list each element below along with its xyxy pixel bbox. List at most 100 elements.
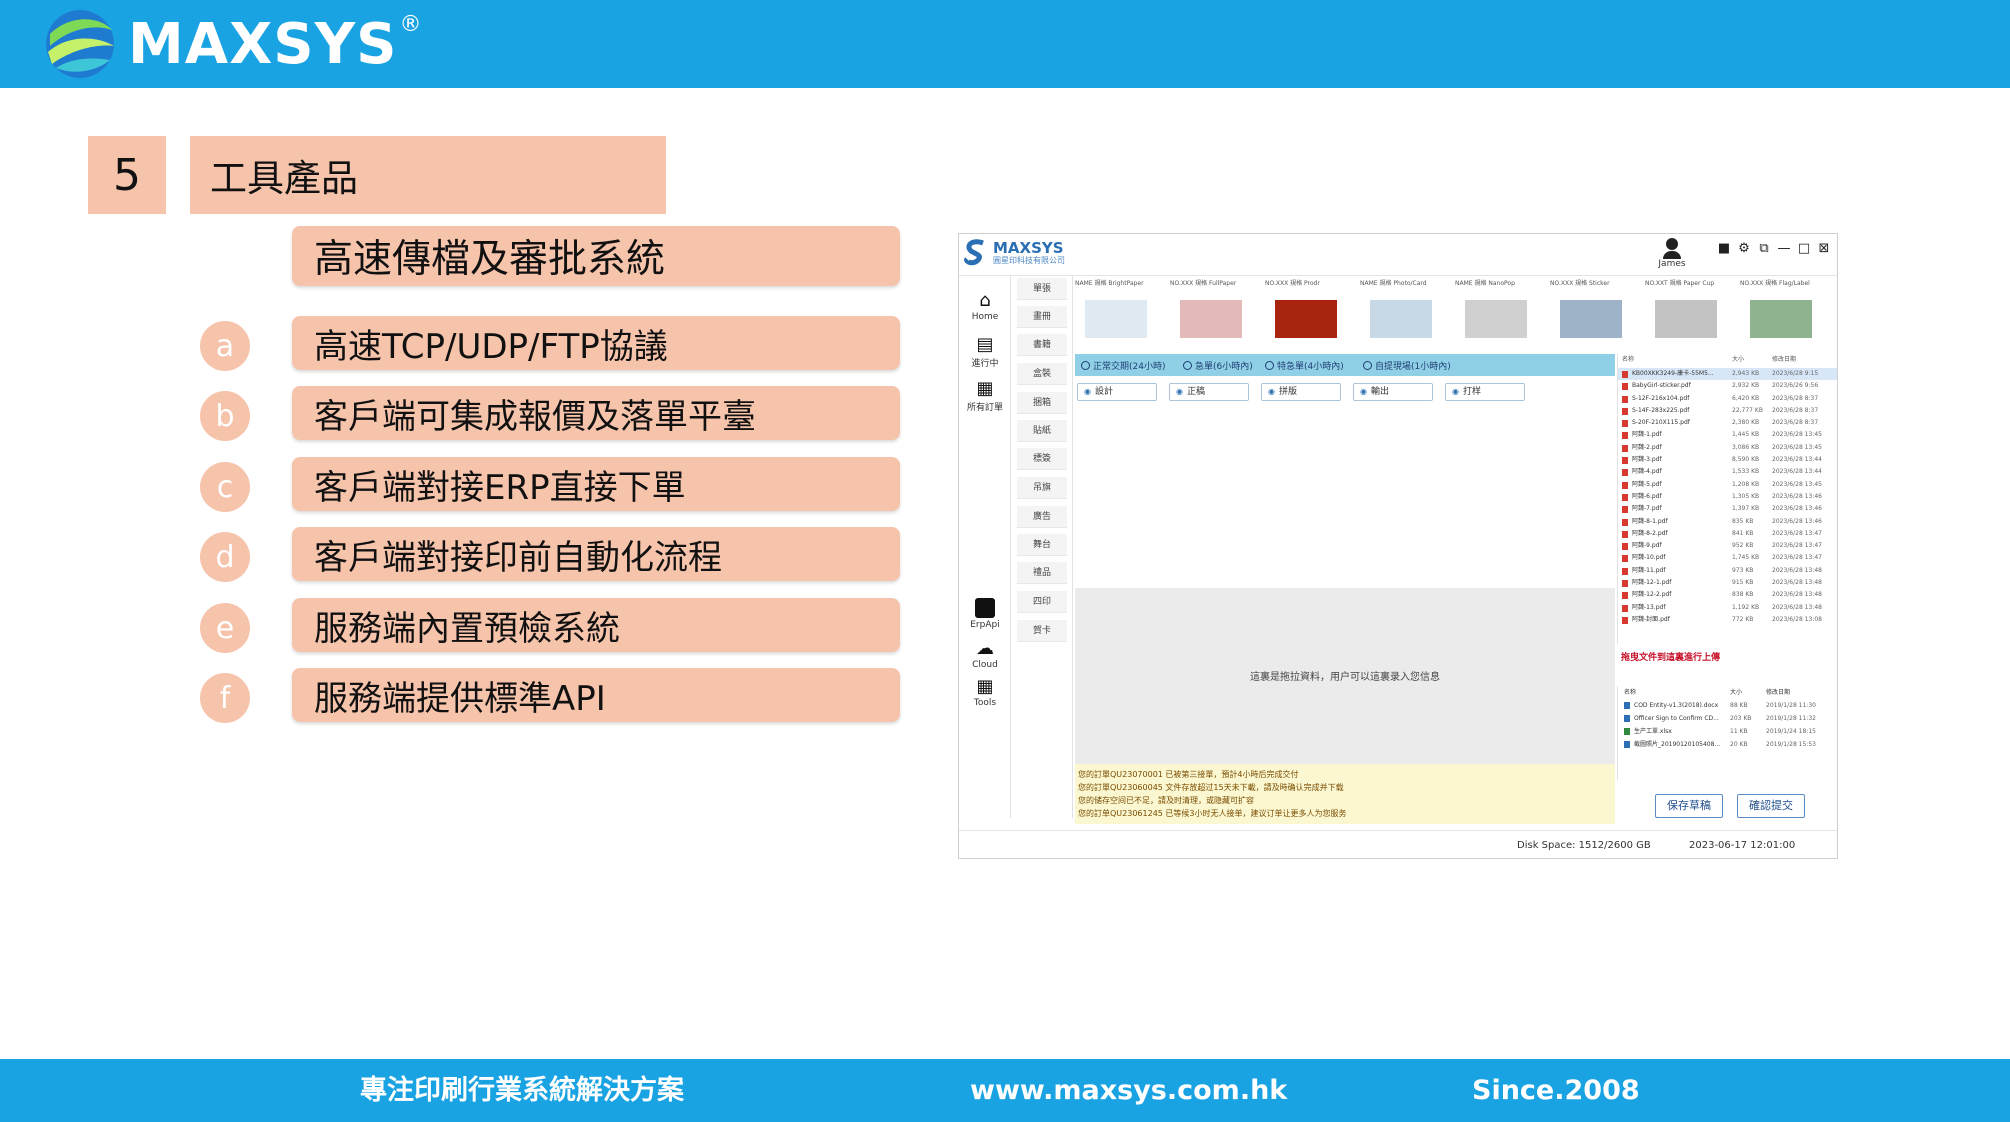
delivery-option[interactable]: 正常交期(24小時) — [1081, 359, 1165, 372]
product-thumbnail[interactable]: NO.XXX 規格 Prodr — [1265, 278, 1355, 350]
sidebar-item-erpapi[interactable]: ErpApi — [959, 598, 1011, 630]
file-row[interactable]: S-14F-283x225.pdf 22,777 KB 2023/6/28 8:37 — [1618, 405, 1837, 417]
pdf-file-icon — [1622, 580, 1628, 588]
file-row[interactable]: 阿魏-2.pdf 3,086 KB 2023/6/28 13:45 — [1618, 442, 1837, 454]
step-checkbox[interactable]: 正稿 — [1169, 383, 1249, 401]
notification-log: 您的訂單QU23070001 已被第三接單，預計4小時后完成交付 您的訂單QU2… — [1075, 764, 1615, 824]
feature-item: b 客戶端可集成報價及落單平臺 — [200, 386, 900, 441]
category-list: 單張 畫冊 書籍 盒裝 捆箱 貼紙 標簽 吊旗 廣告 舞台 禮品 四印 賀卡 — [1011, 276, 1073, 818]
slide: MAXSYS ® 5 工具產品 高速傳檔及審批系統 a 高速TCP/UDP/FT… — [0, 0, 2010, 1122]
file-row[interactable]: 阿魏-9.pdf 952 KB 2023/6/28 13:47 — [1618, 540, 1837, 552]
file-row[interactable]: BabyGirl-sticker.pdf 2,932 KB 2023/6/26 9:… — [1618, 380, 1837, 392]
header-bar: MAXSYS ® — [0, 0, 2010, 88]
pdf-file-icon — [1622, 604, 1628, 612]
minimize-icon[interactable]: — — [1777, 242, 1791, 256]
pdf-file-icon — [1622, 481, 1628, 489]
category-item[interactable]: 廣告 — [1017, 506, 1067, 528]
status-bar: Disk Space: 1512/2600 GB 2023-06-17 12:0… — [959, 830, 1837, 858]
feature-badge: e — [200, 603, 250, 653]
pdf-file-icon — [1622, 567, 1628, 575]
doc-row[interactable]: 截圖照片_20190120105408... 20 KB 2019/1/28 15:… — [1618, 738, 1837, 751]
user-account[interactable]: James — [1655, 238, 1689, 269]
category-item[interactable]: 舞台 — [1017, 534, 1067, 556]
file-row[interactable]: 阿魏-11.pdf 973 KB 2023/6/28 13:48 — [1618, 565, 1837, 577]
app-company: 圓星印科技有限公司 — [993, 255, 1065, 265]
category-item[interactable]: 標簽 — [1017, 448, 1067, 470]
file-drop-zone[interactable]: 這裏是拖拉資料，用户可以這裏录入您信息 — [1075, 588, 1615, 764]
file-row[interactable]: 阿魏-8-2.pdf 841 KB 2023/6/28 13:47 — [1618, 528, 1837, 540]
pdf-file-icon — [1622, 444, 1628, 452]
category-item[interactable]: 賀卡 — [1017, 620, 1067, 642]
logo-wordmark: MAXSYS — [128, 11, 398, 77]
sidebar-item-in-progress[interactable]: ▤ 進行中 — [959, 334, 1011, 370]
close-icon[interactable]: ⊠ — [1817, 242, 1831, 256]
file-row[interactable]: S-20F-210X115.pdf 2,380 KB 2023/6/28 8:37 — [1618, 417, 1837, 429]
category-item[interactable]: 貼紙 — [1017, 420, 1067, 442]
step-checkbox[interactable]: 拼版 — [1261, 383, 1341, 401]
product-thumbnail[interactable]: NAME 規格 Photo/Card — [1360, 278, 1450, 350]
file-row[interactable]: 阿魏-13.pdf 1,192 KB 2023/6/28 13:48 — [1618, 602, 1837, 614]
delivery-option[interactable]: 自提現場(1小時內) — [1363, 359, 1451, 372]
doc-row[interactable]: COD Entity-v1.3(2018).docx 88 KB 2019/1/28… — [1618, 699, 1837, 712]
category-item[interactable]: 捆箱 — [1017, 392, 1067, 414]
category-item[interactable]: 畫冊 — [1017, 306, 1067, 328]
delivery-option[interactable]: 特急單(4小時內) — [1265, 359, 1344, 372]
settings-gear-icon[interactable]: ⚙ — [1737, 242, 1751, 256]
file-row[interactable]: 阿魏-封面.pdf 772 KB 2023/6/28 13:08 — [1618, 614, 1837, 626]
file-row[interactable]: S-12F-216x104.pdf 6,420 KB 2023/6/28 8:37 — [1618, 393, 1837, 405]
sidebar-item-all-orders[interactable]: ▦ 所有訂單 — [959, 377, 1011, 414]
pdf-file-icon — [1622, 371, 1628, 378]
footer-website[interactable]: www.maxsys.com.hk — [970, 1059, 1287, 1122]
stop-icon[interactable]: ■ — [1717, 242, 1731, 256]
cloud-icon: ☁ — [976, 637, 994, 659]
file-row[interactable]: 阿魏-12-1.pdf 915 KB 2023/6/28 13:48 — [1618, 577, 1837, 589]
save-draft-button[interactable]: 保存草稿 — [1655, 794, 1723, 818]
feature-label: 客戶端對接ERP直接下單 — [292, 457, 900, 511]
file-row[interactable]: 阿魏-1.pdf 1,445 KB 2023/6/28 13:45 — [1618, 429, 1837, 441]
product-thumbnail[interactable]: NO.XXT 規格 Paper Cup — [1645, 278, 1735, 350]
file-row[interactable]: 阿魏-6.pdf 1,305 KB 2023/6/28 13:46 — [1618, 491, 1837, 503]
section-number: 5 — [88, 136, 166, 214]
window-controls: ■ ⚙ ⧉ — □ ⊠ — [1717, 242, 1831, 256]
category-item[interactable]: 吊旗 — [1017, 477, 1067, 499]
category-item[interactable]: 書籍 — [1017, 334, 1067, 356]
footer-since: Since.2008 — [1472, 1075, 1640, 1106]
file-row[interactable]: KB00XKK3249-康卡-55M5... 2,943 KB 2023/6/28 … — [1618, 368, 1837, 381]
orders-icon: ▦ — [976, 377, 994, 399]
doc-row[interactable]: Officer Sign to Confirm CD... 203 KB 2019/… — [1618, 712, 1837, 725]
product-thumbnail[interactable]: NAME 規格 BrightPaper — [1075, 278, 1165, 350]
feature-label: 服務端提供標準API — [292, 668, 900, 722]
file-row[interactable]: 阿魏-4.pdf 1,533 KB 2023/6/28 13:44 — [1618, 466, 1837, 478]
category-item[interactable]: 盒裝 — [1017, 363, 1067, 385]
sidebar-item-cloud[interactable]: ☁ Cloud — [959, 637, 1011, 671]
product-thumbnail[interactable]: NO.XXX 規格 Flag/Label — [1740, 278, 1830, 350]
globe-logo-icon — [46, 10, 114, 78]
file-row[interactable]: 阿魏-8-1.pdf 835 KB 2023/6/28 13:46 — [1618, 516, 1837, 528]
document-icon — [1624, 702, 1630, 709]
category-item[interactable]: 禮品 — [1017, 562, 1067, 584]
delivery-option[interactable]: 急單(6小時內) — [1183, 359, 1253, 372]
product-thumbnail[interactable]: NO.XXX 規格 Sticker — [1550, 278, 1640, 350]
category-item[interactable]: 四印 — [1017, 591, 1067, 613]
step-checkbox[interactable]: 打样 — [1445, 383, 1525, 401]
file-row[interactable]: 阿魏-12-2.pdf 838 KB 2023/6/28 13:48 — [1618, 589, 1837, 601]
timestamp: 2023-06-17 12:01:00 — [1689, 840, 1796, 851]
file-row[interactable]: 阿魏-7.pdf 1,397 KB 2023/6/28 13:46 — [1618, 503, 1837, 515]
doc-row[interactable]: 生产工單.xlsx 11 KB 2019/1/24 18:15 — [1618, 725, 1837, 738]
document-icon — [1624, 728, 1630, 735]
step-checkbox[interactable]: 設計 — [1077, 383, 1157, 401]
product-thumbnail[interactable]: NO.XXX 規格 FullPaper — [1170, 278, 1260, 350]
category-item[interactable]: 單張 — [1017, 278, 1067, 300]
sidebar-item-home[interactable]: ⌂ Home — [959, 290, 1011, 323]
product-thumbnail[interactable]: NAME 規格 NanoPop — [1455, 278, 1545, 350]
file-row[interactable]: 阿魏-3.pdf 8,590 KB 2023/6/28 13:44 — [1618, 454, 1837, 466]
confirm-submit-button[interactable]: 確認提交 — [1737, 794, 1805, 818]
restore-icon[interactable]: ⧉ — [1757, 242, 1771, 256]
doc-list: 名称 大小 修改日期 COD Entity-v1.3(2018).docx 88 … — [1617, 686, 1837, 780]
step-checkbox[interactable]: 輸出 — [1353, 383, 1433, 401]
file-list: 名称 大小 修改日期 KB00XKK3249-康卡-55M5... 2,943 K… — [1617, 354, 1837, 644]
file-row[interactable]: 阿魏-5.pdf 1,208 KB 2023/6/28 13:45 — [1618, 479, 1837, 491]
maximize-icon[interactable]: □ — [1797, 242, 1811, 256]
file-row[interactable]: 阿魏-10.pdf 1,745 KB 2023/6/28 13:47 — [1618, 552, 1837, 564]
sidebar-item-tools[interactable]: ▦ Tools — [959, 676, 1011, 709]
